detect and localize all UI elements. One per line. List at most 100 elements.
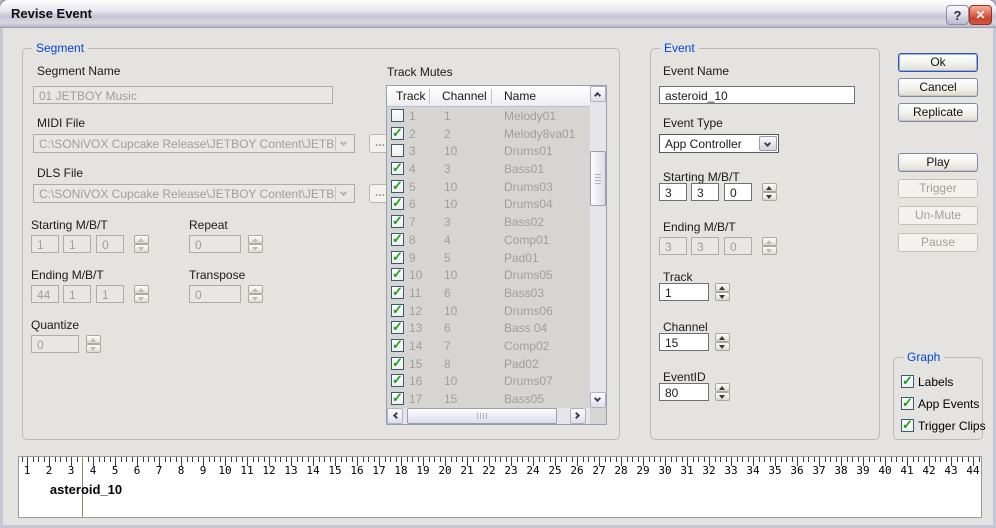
play-button[interactable]: Play (898, 153, 978, 172)
track-mutes-row[interactable]: ✓1715Bass05 (387, 390, 590, 408)
vertical-scrollbar[interactable] (590, 86, 606, 408)
help-icon[interactable]: ? (946, 5, 969, 25)
column-channel[interactable]: Channel (442, 89, 487, 103)
event-starting-measure-field[interactable]: 3 (659, 183, 687, 201)
track-mute-checkbox-checked[interactable]: ✓ (391, 286, 404, 299)
replicate-button[interactable]: Replicate (898, 103, 978, 122)
cancel-button[interactable]: Cancel (898, 78, 978, 97)
track-spinner[interactable] (715, 283, 730, 301)
scroll-left-icon[interactable] (387, 408, 403, 424)
track-mutes-row[interactable]: ✓147Comp02 (387, 337, 590, 355)
track-channel: 10 (444, 268, 457, 282)
event-ending-measure-field: 3 (659, 237, 687, 255)
track-mute-checkbox-unchecked[interactable] (391, 144, 404, 157)
track-mute-checkbox-checked[interactable]: ✓ (391, 127, 404, 140)
check-icon: ✓ (392, 266, 403, 282)
event-name-field[interactable]: asteroid_10 (659, 86, 855, 104)
ruler-measure-number: 40 (878, 464, 891, 477)
track-mutes-row[interactable]: ✓136Bass 04 (387, 319, 590, 337)
track-mutes-row[interactable]: ✓510Drums03 (387, 178, 590, 196)
event-type-dropdown-icon[interactable] (759, 136, 777, 151)
ruler-minor-tick (605, 457, 606, 462)
close-icon[interactable]: ✕ (969, 5, 992, 25)
track-channel: 3 (444, 162, 451, 176)
timeline-ruler[interactable]: 1234567891011121314151617181920212223242… (18, 456, 982, 518)
track-mute-checkbox-checked[interactable]: ✓ (391, 215, 404, 228)
ruler-minor-tick (957, 457, 958, 462)
track-mutes-row[interactable]: ✓84Comp01 (387, 231, 590, 249)
channel-spinner[interactable] (715, 333, 730, 351)
track-mute-checkbox-checked[interactable]: ✓ (391, 162, 404, 175)
column-name[interactable]: Name (504, 89, 536, 103)
track-mutes-row[interactable]: ✓43Bass01 (387, 160, 590, 178)
track-mute-checkbox-checked[interactable]: ✓ (391, 304, 404, 317)
ruler-measure-number: 26 (570, 464, 583, 477)
scroll-up-icon[interactable] (590, 86, 606, 102)
track-mute-checkbox-checked[interactable]: ✓ (391, 180, 404, 193)
track-mute-checkbox-checked[interactable]: ✓ (391, 357, 404, 370)
event-name-label: Event Name (663, 64, 729, 78)
event-type-combo[interactable]: App Controller (659, 134, 779, 153)
track-mute-checkbox-checked[interactable]: ✓ (391, 197, 404, 210)
vertical-scrollbar-thumb[interactable] (590, 151, 606, 206)
ruler-measure-number: 27 (592, 464, 605, 477)
checkbox-checked[interactable]: ✓ (901, 419, 914, 432)
track-mute-checkbox-checked[interactable]: ✓ (391, 321, 404, 334)
ruler-measure-number: 12 (262, 464, 275, 477)
column-track[interactable]: Track (396, 89, 426, 103)
horizontal-scrollbar[interactable] (387, 408, 590, 424)
ruler-minor-tick (566, 457, 567, 462)
ruler-minor-tick (192, 457, 193, 462)
channel-field[interactable]: 15 (659, 333, 709, 351)
scroll-right-icon[interactable] (570, 408, 586, 424)
title-bar[interactable]: Revise Event ? ✕ (0, 0, 996, 28)
track-mutes-row[interactable]: ✓1210Drums06 (387, 302, 590, 320)
track-mutes-list[interactable]: Track Channel Name 11Melody01✓22Melody8v… (386, 85, 607, 425)
track-mute-checkbox-checked[interactable]: ✓ (391, 392, 404, 405)
eventid-spinner[interactable] (715, 383, 730, 401)
event-starting-mbt-spinner[interactable] (762, 183, 777, 201)
checkbox-checked[interactable]: ✓ (901, 397, 914, 410)
ruler-minor-tick (742, 457, 743, 462)
track-number: 9 (409, 251, 416, 265)
scroll-down-icon[interactable] (590, 392, 606, 408)
track-mutes-row[interactable]: ✓73Bass02 (387, 213, 590, 231)
ruler-minor-tick (165, 457, 166, 462)
track-mutes-row[interactable]: ✓116Bass03 (387, 284, 590, 302)
ruler-minor-tick (22, 457, 23, 462)
segment-ending-mbt-spinner (134, 285, 149, 303)
ruler-minor-tick (280, 457, 281, 462)
track-mutes-row[interactable]: ✓95Pad01 (387, 249, 590, 267)
event-starting-tick-field[interactable]: 0 (724, 183, 752, 201)
horizontal-scrollbar-thumb[interactable] (407, 408, 557, 424)
track-mute-checkbox-checked[interactable]: ✓ (391, 339, 404, 352)
ruler-minor-tick (770, 457, 771, 462)
track-mutes-row[interactable]: ✓22Melody8va01 (387, 125, 590, 143)
track-mute-checkbox-checked[interactable]: ✓ (391, 268, 404, 281)
ruler-minor-tick (132, 457, 133, 462)
track-mutes-row[interactable]: 11Melody01 (387, 107, 590, 125)
track-channel: 10 (444, 304, 457, 318)
ruler-minor-tick (781, 457, 782, 462)
eventid-field[interactable]: 80 (659, 383, 709, 401)
checkbox-checked[interactable]: ✓ (901, 375, 914, 388)
track-mutes-row[interactable]: ✓610Drums04 (387, 195, 590, 213)
check-icon: ✓ (392, 213, 403, 229)
track-mute-checkbox-checked[interactable]: ✓ (391, 374, 404, 387)
track-mute-checkbox-checked[interactable]: ✓ (391, 233, 404, 246)
event-ending-beat-field: 3 (691, 237, 719, 255)
track-mute-checkbox-unchecked[interactable] (391, 109, 404, 122)
dls-file-dropdown-icon (335, 186, 353, 201)
track-field[interactable]: 1 (659, 283, 709, 301)
track-mutes-row[interactable]: ✓1010Drums05 (387, 266, 590, 284)
track-mutes-row[interactable]: ✓158Pad02 (387, 355, 590, 373)
ruler-measure-number: 41 (900, 464, 913, 477)
track-mute-checkbox-checked[interactable]: ✓ (391, 251, 404, 264)
ok-button[interactable]: Ok (898, 53, 978, 72)
track-mutes-row[interactable]: ✓1610Drums07 (387, 372, 590, 390)
event-starting-beat-field[interactable]: 3 (691, 183, 719, 201)
track-name: Drums07 (504, 374, 553, 388)
ruler-measure-number: 6 (134, 464, 141, 477)
track-mutes-row[interactable]: 310Drums01 (387, 142, 590, 160)
segment-starting-measure-field: 1 (31, 235, 59, 253)
